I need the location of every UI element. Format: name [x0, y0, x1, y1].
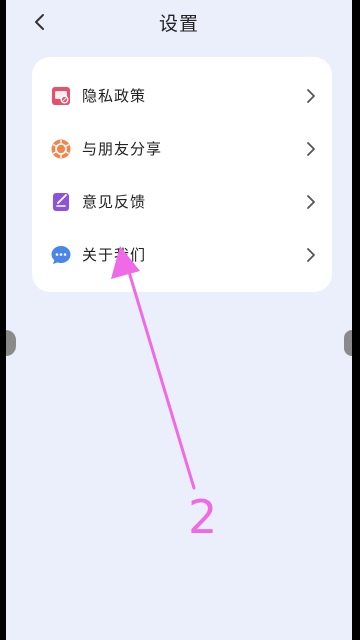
feedback-edit-icon — [50, 191, 72, 213]
page-title: 设置 — [158, 13, 199, 35]
menu-item-label: 意见反馈 — [82, 193, 147, 211]
chevron-right-icon — [304, 88, 318, 103]
chevron-right-icon — [304, 247, 318, 262]
menu-item-label: 与朋友分享 — [82, 140, 163, 158]
menu-item-share-with-friends[interactable]: 与朋友分享 — [32, 122, 332, 175]
chat-bubble-icon — [50, 244, 72, 266]
menu-item-about-us[interactable]: 关于我们 — [32, 228, 332, 281]
settings-screen: 设置 隐私政策 与朋友分享 意见反馈 关于我们 — [6, 0, 352, 640]
menu-item-label: 隐私政策 — [82, 87, 147, 105]
header-bar: 设置 — [6, 0, 352, 46]
edge-handle-left — [6, 330, 16, 356]
menu-item-feedback[interactable]: 意见反馈 — [32, 175, 332, 228]
chevron-right-icon — [304, 141, 318, 156]
chevron-right-icon — [304, 194, 318, 209]
share-aperture-icon — [50, 138, 72, 160]
annotation-step-number: 2 — [188, 490, 218, 544]
edge-handle-right — [344, 330, 352, 356]
privacy-shield-icon — [50, 85, 72, 107]
menu-item-label: 关于我们 — [82, 246, 147, 264]
settings-card: 隐私政策 与朋友分享 意见反馈 关于我们 — [32, 57, 332, 292]
menu-item-privacy-policy[interactable]: 隐私政策 — [32, 69, 332, 122]
